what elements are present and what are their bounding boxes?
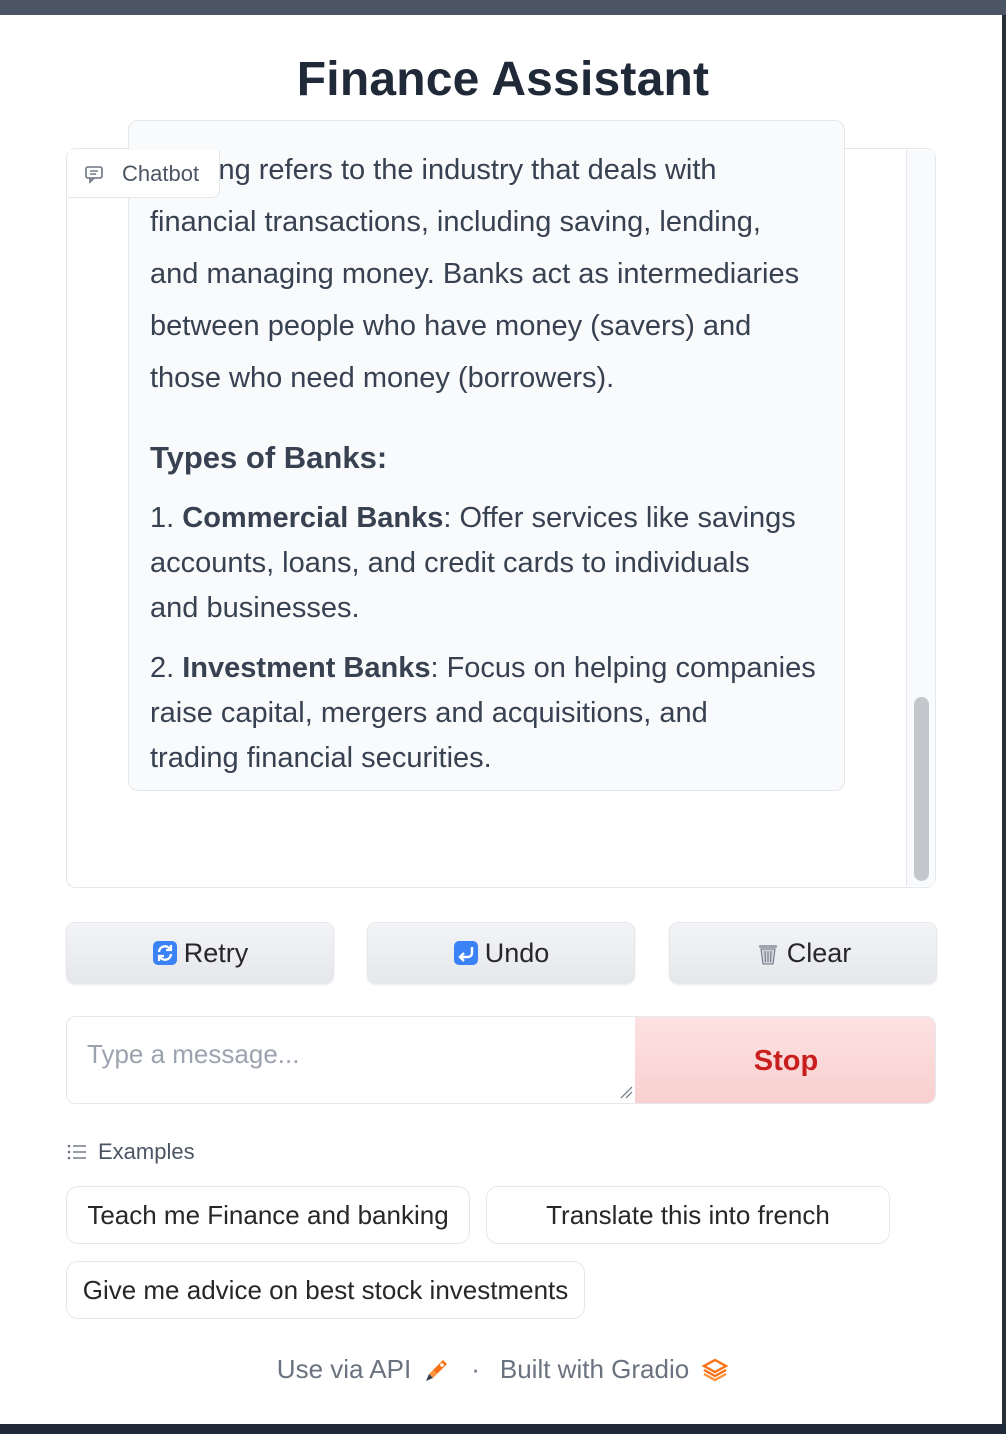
list-text: raise capital, mergers and acquisitions,… [150,697,708,729]
list-number: 1. [150,502,175,534]
message-input[interactable] [67,1017,635,1102]
page-title: Finance Assistant [296,53,710,106]
list-term: Investment Banks [182,652,431,684]
chat-icon [85,165,103,184]
example-button[interactable]: Translate this into french [486,1186,890,1244]
message-line: ing refers to the industry that deals wi… [212,154,717,186]
message-line: between people who have money (savers) a… [150,310,752,342]
list-text: accounts, loans, and credit cards to ind… [150,547,750,579]
example-button[interactable]: Give me advice on best stock investments [66,1261,585,1319]
list-number: 2. [150,652,175,684]
chatbot-label: Chatbot [68,150,220,198]
message-heading: Types of Banks: [150,440,388,475]
window-edge [1002,15,1006,1424]
undo-label: Undo [484,937,550,968]
message-line: financial transactions, including saving… [150,206,761,238]
composer: Stop [66,1016,936,1104]
chat-scrollbar-thumb[interactable] [914,697,929,881]
resize-handle-icon[interactable] [619,1085,633,1099]
list-text: : Offer services like savings [443,502,796,534]
examples-header: Examples [66,1139,195,1165]
clear-button[interactable]: Clear [669,922,937,984]
footer-separator: · [471,1354,480,1384]
examples-label: Examples [98,1139,195,1164]
list-term: Commercial Banks [182,502,444,534]
chatbot-label-text: Chatbot [122,160,200,186]
clear-label: Clear [786,937,852,968]
retry-button[interactable]: Retry [66,922,334,984]
message-paragraph: ing refers to the industry that deals wi… [150,144,840,404]
list-text: trading financial securities. [150,742,492,774]
trash-icon [758,945,777,965]
gradio-logo-icon [701,1358,729,1381]
footer: Use via API · Built with Gradio [0,1354,1006,1385]
undo-button[interactable]: Undo [367,922,635,984]
example-button[interactable]: Teach me Finance and banking [66,1186,470,1244]
message-line: and managing money. Banks act as interme… [150,258,800,290]
retry-label: Retry [183,937,249,968]
message-line: those who need money (borrowers). [150,362,615,394]
retry-icon [152,941,177,965]
rocket-icon [426,1359,448,1381]
list-item: 1. Commercial Banks: Offer services like… [150,496,840,631]
stop-button[interactable]: Stop [635,1017,935,1103]
built-with-gradio-link[interactable]: Built with Gradio [500,1354,689,1385]
use-via-api-link[interactable]: Use via API [277,1354,411,1385]
list-icon [67,1144,86,1160]
list-item: 2. Investment Banks: Focus on helping co… [150,646,840,781]
list-text: and businesses. [150,592,360,624]
window-bottom-edge [0,1424,1006,1434]
window-top-bar [0,0,1006,15]
undo-icon [453,941,478,965]
list-text: : Focus on helping companies [430,652,816,684]
